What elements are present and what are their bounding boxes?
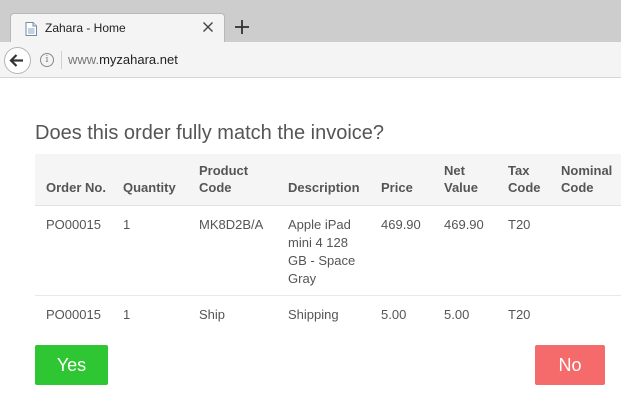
site-info-icon[interactable]: i (40, 53, 54, 67)
new-tab-icon[interactable] (233, 18, 251, 36)
page-icon (25, 22, 37, 36)
table-cell: 469.90 (370, 205, 433, 296)
table-cell: 5.00 (444, 307, 470, 322)
table-header-row: Order No. Quantity Product Code Descript… (35, 154, 621, 206)
table-cell: Ship (199, 307, 226, 322)
table-row: PO00015 1 MK8D2B/A Apple iPad mini 4 128… (35, 205, 621, 296)
url-host: myzahara.net (99, 52, 178, 67)
column-header: Net Value (433, 154, 497, 206)
url-prefix: www. (68, 52, 100, 67)
column-header: Tax Code (497, 154, 550, 206)
table-cell: PO00015 (35, 205, 112, 296)
column-header: Product Code (188, 154, 277, 206)
table-cell: 5.00 (381, 307, 407, 322)
column-header: Description (277, 154, 370, 206)
table-cell: T20 (508, 307, 531, 322)
navigation-bar: i www.myzahara.net (0, 42, 621, 78)
no-button[interactable]: No (535, 345, 605, 385)
address-bar[interactable]: www.myzahara.net (68, 52, 178, 67)
table-cell (550, 296, 621, 325)
url-divider (61, 51, 62, 69)
tab-bar: Zahara - Home (0, 0, 621, 43)
column-header: Quantity (112, 154, 188, 206)
table-cell: 1 (112, 205, 188, 296)
yes-button[interactable]: Yes (35, 345, 108, 385)
column-header: Price (370, 154, 433, 206)
back-button[interactable] (4, 47, 31, 74)
table-row: PO00015 1 Ship Shipping 5.00 5.00 T20 (35, 296, 621, 325)
table-cell: PO00015 (46, 307, 101, 322)
close-tab-icon[interactable] (200, 19, 216, 35)
table-cell: 1 (123, 307, 131, 322)
browser-tab[interactable]: Zahara - Home (10, 13, 225, 43)
table-cell: Apple iPad mini 4 128 GB - Space Gray (277, 205, 370, 296)
table-cell: MK8D2B/A (188, 205, 277, 296)
order-table: Order No. Quantity Product Code Descript… (35, 154, 621, 324)
tab-title: Zahara - Home (45, 21, 126, 35)
column-header: Order No. (35, 154, 112, 206)
table-cell: 469.90 (433, 205, 497, 296)
table-cell (550, 205, 621, 296)
order-table-container: Order No. Quantity Product Code Descript… (35, 154, 621, 324)
column-header: Nominal Code (550, 154, 621, 206)
table-cell: T20 (497, 205, 550, 296)
table-cell: Shipping (288, 307, 339, 322)
page-title: Does this order fully match the invoice? (35, 122, 385, 144)
back-arrow-icon (9, 54, 23, 67)
